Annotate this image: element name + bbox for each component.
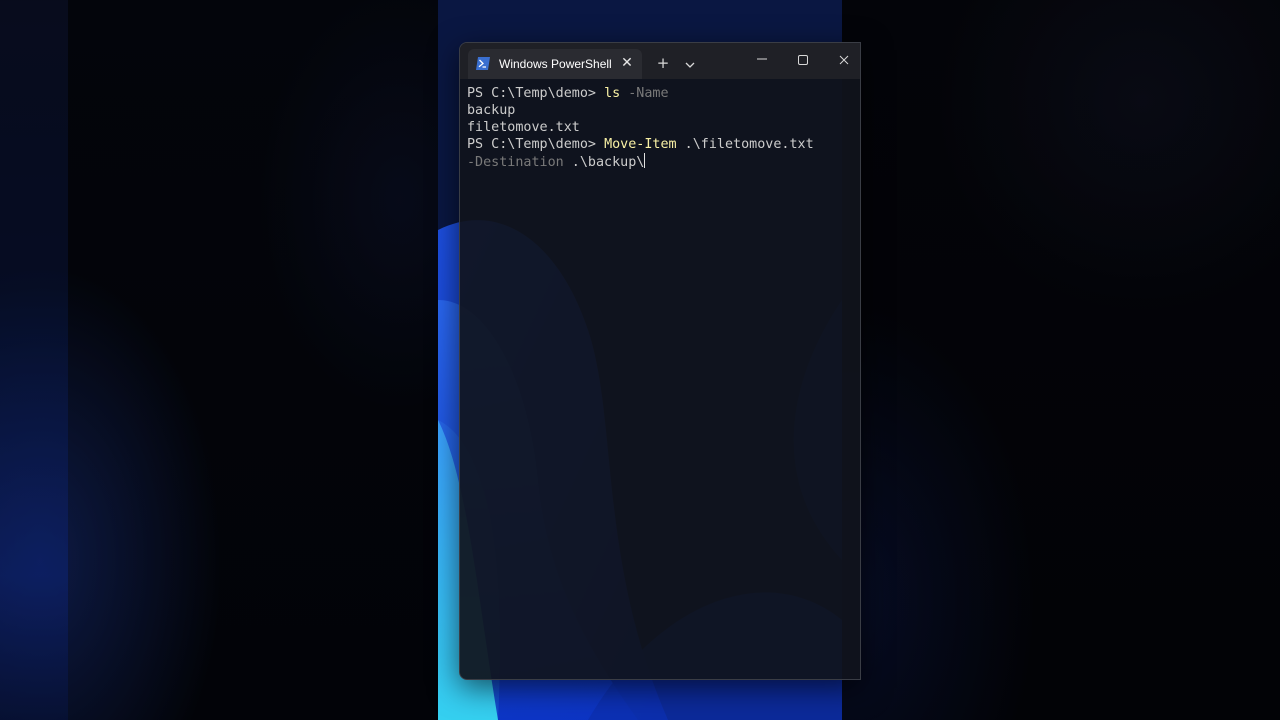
close-icon[interactable] [838, 54, 850, 66]
command: Move-Item [604, 137, 677, 152]
blurred-background-left [0, 0, 438, 720]
parameter: -Name [620, 86, 669, 101]
title-bar[interactable]: Windows PowerShell ✕ + [460, 43, 860, 79]
powershell-window: Windows PowerShell ✕ + PS C:\Temp\demo> … [459, 42, 861, 680]
output-text: backup [467, 103, 516, 118]
text-cursor [644, 153, 646, 168]
argument: .\backup\ [563, 155, 645, 170]
powershell-icon [476, 57, 490, 70]
console-line: PS C:\Temp\demo> Move-Item .\filetomove.… [467, 136, 857, 153]
tab-title: Windows PowerShell [499, 57, 612, 71]
console-line: backup [467, 102, 857, 119]
terminal-output[interactable]: PS C:\Temp\demo> ls -Name backup filetom… [467, 85, 857, 170]
output-text: filetomove.txt [467, 120, 580, 135]
parameter: -Destination [467, 155, 564, 170]
blurred-background-right [842, 0, 1280, 720]
console-line: PS C:\Temp\demo> ls -Name [467, 85, 857, 102]
new-tab-button[interactable]: + [654, 55, 672, 73]
command: ls [604, 86, 621, 101]
console-line: -Destination .\backup\ [467, 153, 857, 170]
maximize-icon[interactable] [797, 54, 809, 66]
prompt: PS C:\Temp\demo> [467, 86, 605, 101]
argument: .\filetomove.txt [676, 137, 814, 152]
tab-close-button[interactable]: ✕ [618, 54, 636, 72]
tab-windows-powershell[interactable]: Windows PowerShell ✕ [468, 49, 642, 79]
prompt: PS C:\Temp\demo> [467, 137, 605, 152]
minimize-icon[interactable] [756, 53, 768, 65]
chevron-down-icon[interactable] [682, 56, 698, 74]
console-line: filetomove.txt [467, 119, 857, 136]
video-frame: Windows PowerShell ✕ + PS C:\Temp\demo> … [0, 0, 1280, 720]
